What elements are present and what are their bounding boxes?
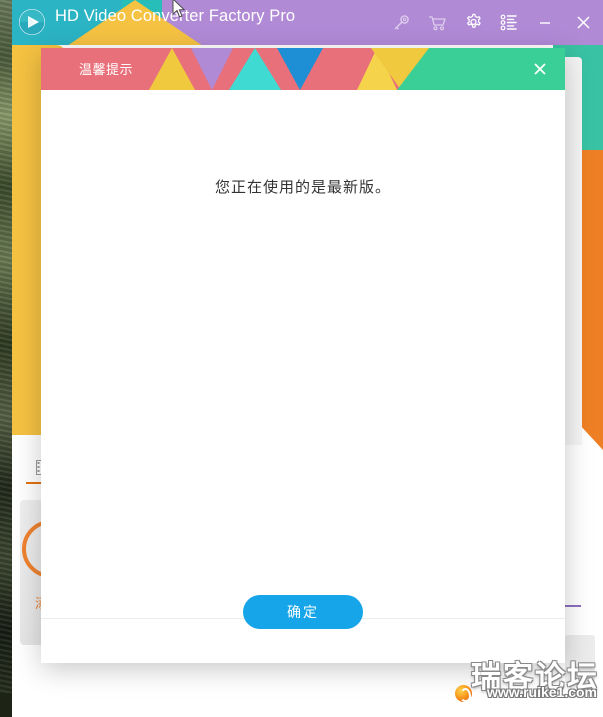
- close-icon: [534, 63, 546, 75]
- register-key-button[interactable]: [383, 0, 419, 45]
- play-circle-logo: [19, 9, 45, 35]
- dialog-body: 您正在使用的是最新版。: [41, 90, 565, 618]
- titlebar-buttons: [383, 0, 603, 45]
- title-bar: HD Video Converter Factory Pro: [12, 0, 603, 45]
- watermark-url: www.ruike1.com: [487, 684, 597, 700]
- arrow-cursor: [172, 0, 188, 25]
- cursor-icon: [172, 0, 186, 18]
- screen: 添: [0, 0, 603, 717]
- desktop-wallpaper-bottom: [0, 693, 12, 717]
- dialog-ok-button[interactable]: 确定: [243, 595, 363, 629]
- dialog-message: 您正在使用的是最新版。: [214, 179, 391, 196]
- gear-icon: [466, 13, 481, 28]
- settings-button[interactable]: [455, 0, 491, 45]
- list-menu-icon: [500, 14, 517, 31]
- desktop-wallpaper-texture: [0, 0, 12, 717]
- menu-list-button[interactable]: [491, 0, 527, 45]
- cart-icon: [428, 15, 446, 30]
- update-dialog: 温馨提示 您正在使用的是最新版。 确定: [41, 48, 565, 663]
- minimize-icon: [540, 21, 550, 24]
- shopping-cart-button[interactable]: [419, 0, 455, 45]
- app-logo: [17, 7, 47, 37]
- dialog-header: 温馨提示: [41, 48, 565, 90]
- dialog-close-button[interactable]: [523, 48, 557, 90]
- watermark: 瑞客论坛 www.ruike1.com: [441, 652, 601, 707]
- key-icon: [394, 14, 409, 30]
- close-icon: [576, 16, 590, 29]
- minimize-button[interactable]: [527, 0, 563, 45]
- flame-logo-icon: [455, 685, 472, 702]
- close-button[interactable]: [563, 0, 603, 45]
- dialog-title: 温馨提示: [79, 62, 134, 77]
